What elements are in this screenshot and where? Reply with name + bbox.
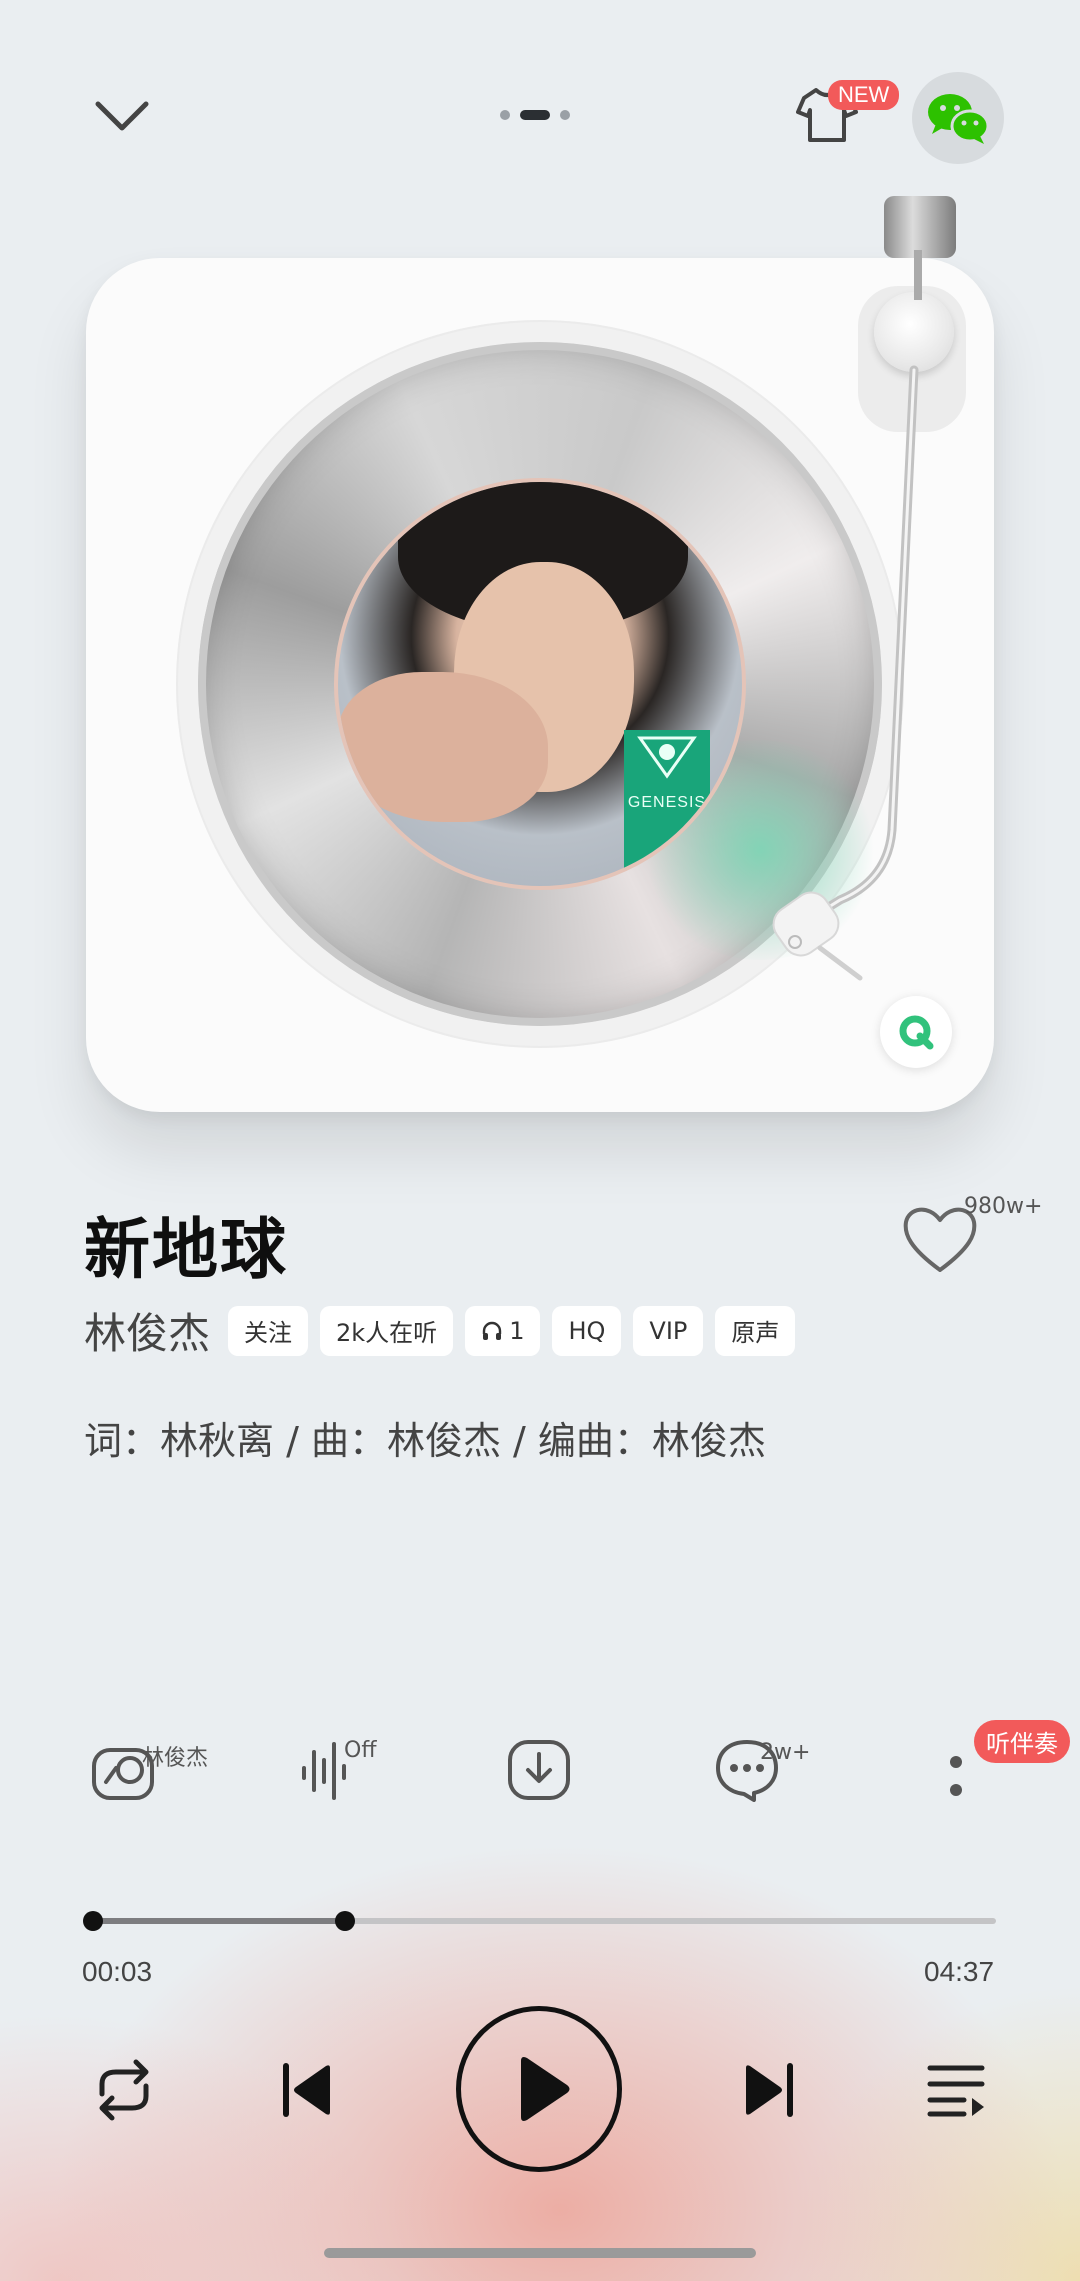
vip-label: VIP	[649, 1316, 688, 1345]
qq-music-logo	[880, 996, 952, 1068]
like-count: 980w+	[964, 1194, 1043, 1219]
repeat-icon[interactable]	[88, 2054, 160, 2126]
wechat-share-button[interactable]	[912, 72, 1004, 164]
tonearm-counterweight	[884, 196, 956, 258]
playlist-icon[interactable]	[924, 2058, 988, 2122]
comment-count: 2w+	[760, 1740, 811, 1765]
listeners-label: 2k人在听	[336, 1319, 438, 1347]
previous-track-icon[interactable]	[278, 2060, 338, 2120]
cover-tag-text: GENESIS	[627, 794, 707, 811]
vip-chip[interactable]: VIP	[633, 1305, 704, 1356]
artist-row: 林俊杰 关注 2k人在听 1 HQ VIP 原声	[84, 1300, 796, 1361]
page-dot	[560, 110, 570, 120]
progress-start-dot	[83, 1911, 103, 1931]
play-icon	[521, 2057, 570, 2121]
song-title: 新地球	[84, 1211, 288, 1288]
tonearm-pivot	[874, 292, 954, 372]
page-indicator[interactable]	[500, 110, 570, 120]
play-button[interactable]	[456, 2006, 622, 2172]
original-chip[interactable]: 原声	[715, 1305, 796, 1356]
listen-together-chip[interactable]: 1	[465, 1305, 541, 1356]
effect-status: Off	[344, 1738, 377, 1763]
cover-hand	[338, 672, 548, 822]
quality-label: HQ	[568, 1316, 606, 1345]
total-duration: 04:37	[924, 1956, 995, 1987]
download-icon[interactable]	[506, 1738, 572, 1802]
page-dot	[500, 110, 510, 120]
original-label: 原声	[731, 1319, 780, 1347]
song-credits: 词：林秋离 / 曲：林俊杰 / 编曲：林俊杰	[84, 1419, 766, 1463]
quality-chip[interactable]: HQ	[552, 1305, 622, 1356]
next-track-icon[interactable]	[738, 2060, 798, 2120]
follow-label: 关注	[244, 1319, 293, 1347]
listen-together-count: 1	[509, 1316, 525, 1345]
cover-genesis-tag: GENESIS	[624, 730, 710, 870]
headphones-icon	[482, 1321, 502, 1340]
progress-buffered	[92, 1918, 345, 1924]
progress-thumb[interactable]	[335, 1911, 355, 1931]
wechat-icon	[928, 94, 990, 144]
listeners-chip[interactable]: 2k人在听	[320, 1305, 454, 1356]
artist-name[interactable]: 林俊杰	[84, 1300, 210, 1361]
album-cover[interactable]: GENESIS	[334, 478, 746, 890]
follow-chip[interactable]: 关注	[228, 1305, 309, 1356]
new-badge: NEW	[828, 80, 900, 110]
genesis-emblem-icon	[637, 736, 697, 779]
page-dot-active	[520, 110, 550, 120]
collapse-chevron-icon[interactable]	[92, 96, 152, 136]
accompaniment-badge[interactable]: 听伴奏	[974, 1720, 1070, 1763]
home-indicator[interactable]	[324, 2248, 756, 2258]
qq-music-icon	[899, 1015, 934, 1050]
elapsed-time: 00:03	[82, 1956, 153, 1987]
singer-label: 林俊杰	[142, 1746, 209, 1771]
more-vertical-icon[interactable]	[946, 1752, 966, 1802]
